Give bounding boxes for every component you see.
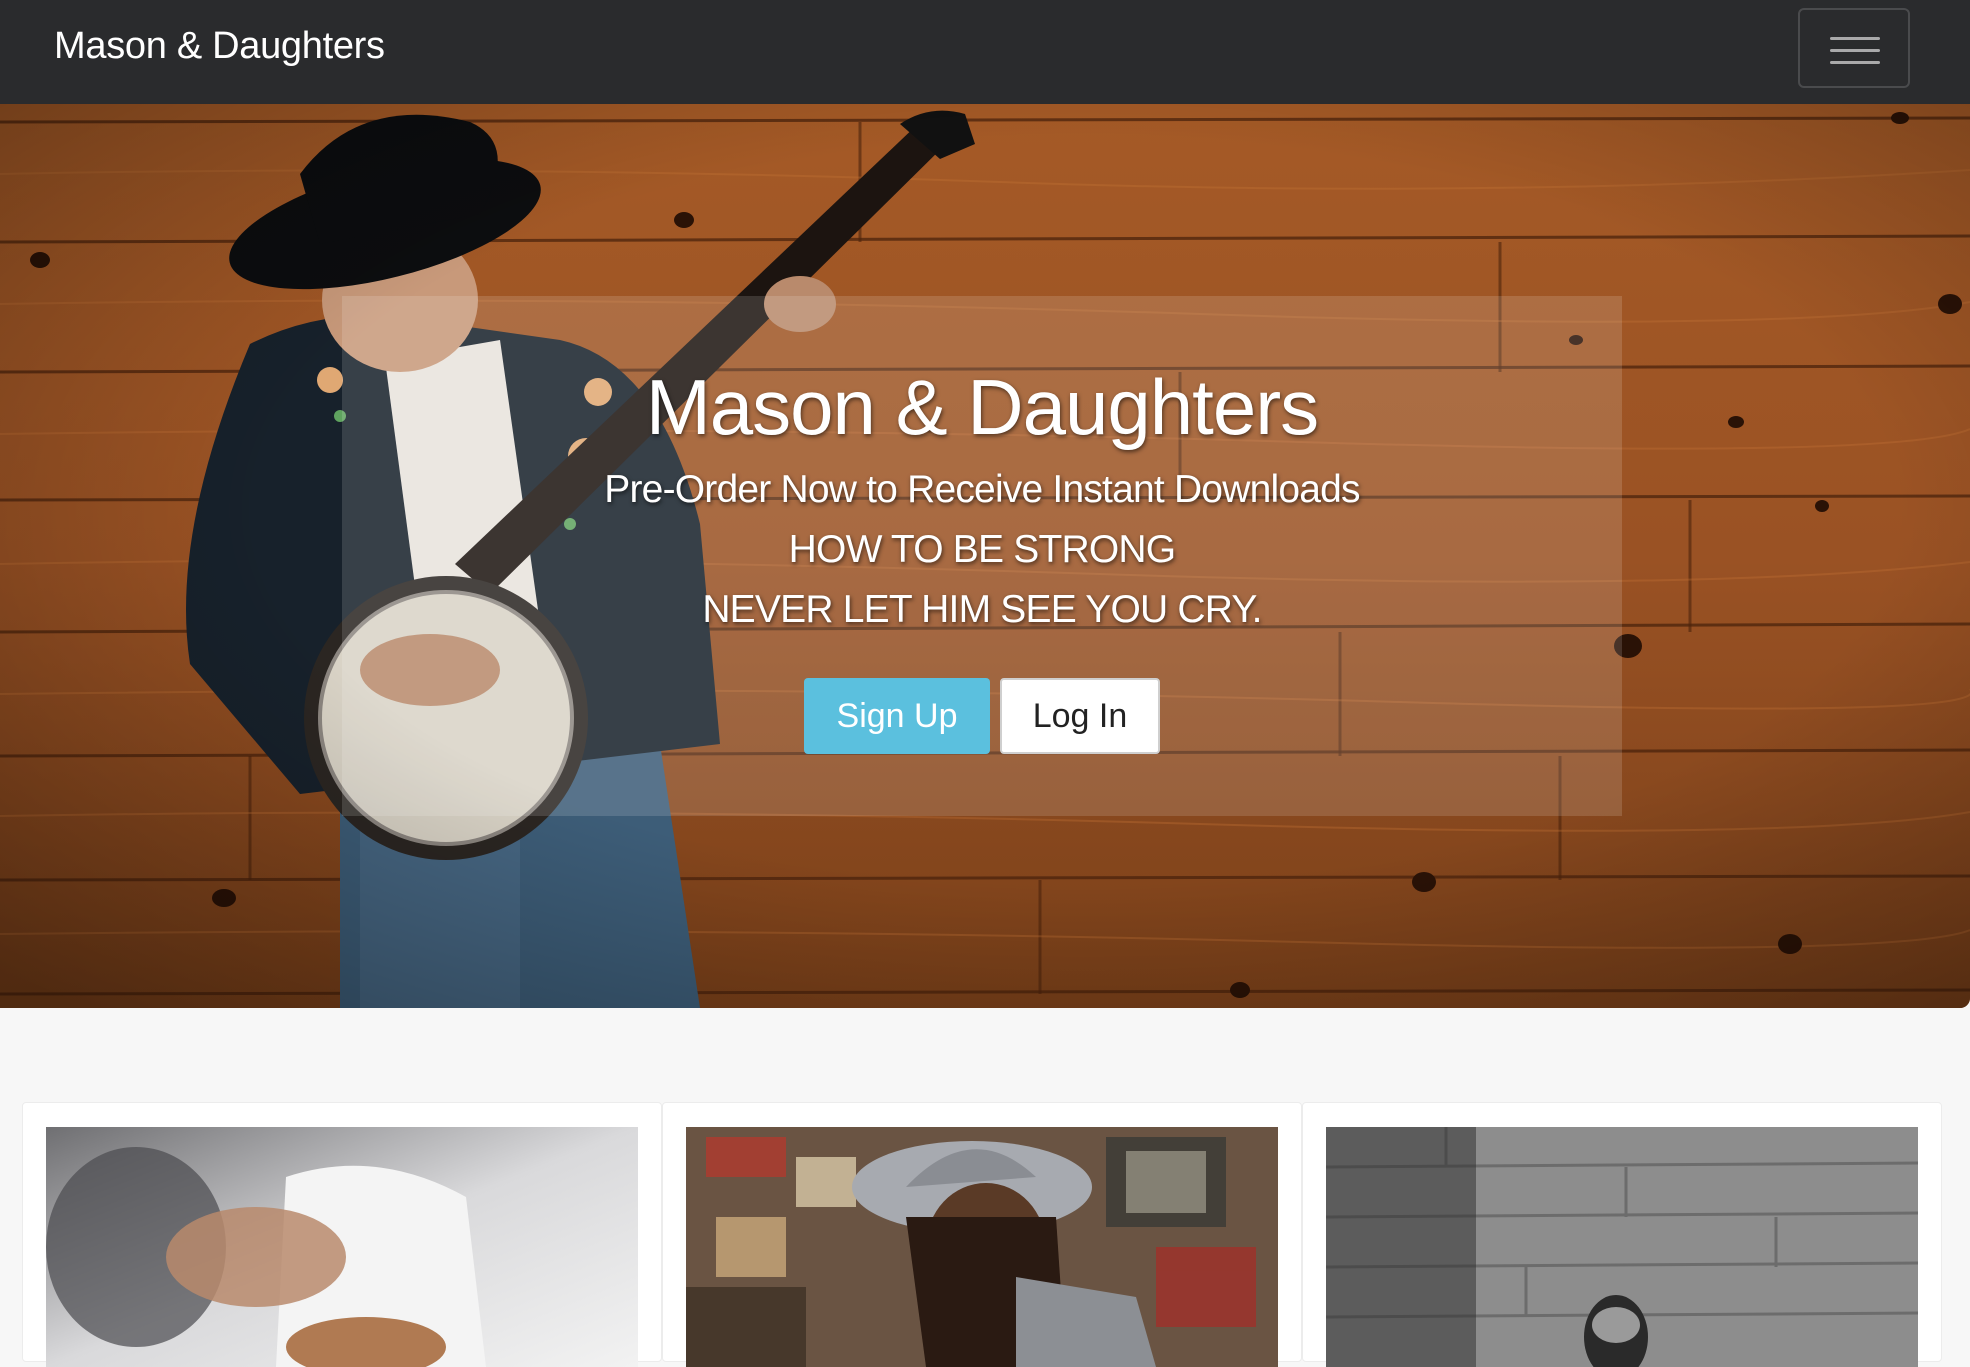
guitar-player-image bbox=[46, 1127, 638, 1367]
hero-section: Mason & Daughters Pre-Order Now to Recei… bbox=[0, 104, 1970, 1008]
hero-line-song-1: HOW TO BE STRONG bbox=[788, 528, 1176, 571]
navbar-toggle-button[interactable] bbox=[1798, 8, 1910, 88]
microphone-image bbox=[1326, 1127, 1918, 1367]
card-2[interactable] bbox=[662, 1102, 1302, 1367]
sign-up-button[interactable]: Sign Up bbox=[804, 678, 990, 754]
brand-link[interactable]: Mason & Daughters bbox=[54, 24, 385, 68]
hero-subtitle: Pre-Order Now to Receive Instant Downloa… bbox=[604, 468, 1360, 511]
card-1[interactable] bbox=[22, 1102, 662, 1367]
card-3[interactable] bbox=[1302, 1102, 1942, 1367]
hero-title: Mason & Daughters bbox=[645, 363, 1319, 451]
hero-panel: Mason & Daughters Pre-Order Now to Recei… bbox=[342, 296, 1622, 816]
woman-with-hat-image bbox=[686, 1127, 1278, 1367]
hero-line-song-2: NEVER LET HIM SEE YOU CRY. bbox=[702, 588, 1262, 631]
navbar: Mason & Daughters bbox=[0, 0, 1970, 104]
log-in-button[interactable]: Log In bbox=[1000, 678, 1160, 754]
